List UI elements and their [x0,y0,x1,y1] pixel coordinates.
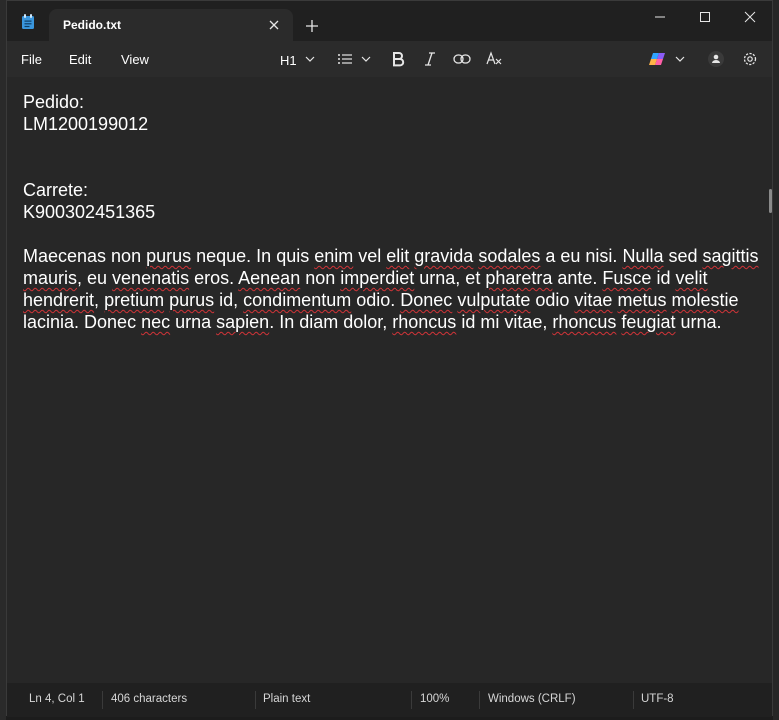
tab-title: Pedido.txt [63,18,122,32]
misspelled-word[interactable]: velit [675,268,707,288]
text-line: Carrete: [23,180,89,200]
line-ending[interactable]: Windows (CRLF) [488,693,576,705]
minimize-icon[interactable] [652,9,668,25]
menu-file[interactable]: File [21,52,42,67]
tab-pedido[interactable]: Pedido.txt [49,9,293,41]
text-run: , eu [77,268,113,288]
misspelled-word[interactable]: sapien [216,312,269,332]
misspelled-word[interactable]: condimentum [243,290,351,310]
text-paragraph: Maecenas non purus neque. In quis enim v… [23,245,761,333]
menu-bar: File Edit View H1 [7,41,772,77]
settings-icon[interactable] [741,50,759,68]
text-run: , [94,290,105,310]
misspelled-word[interactable]: molestie [672,290,739,310]
text-line: Pedido: [23,92,85,112]
close-window-icon[interactable] [742,9,758,25]
list-chevron-down-icon[interactable] [361,56,371,62]
text-run: vel [353,246,387,266]
misspelled-word[interactable]: rhoncus [552,312,616,332]
chevron-down-icon[interactable] [305,56,315,62]
misspelled-word[interactable]: rhoncus [392,312,456,332]
misspelled-word[interactable]: Aenean [238,268,300,288]
misspelled-word[interactable]: pretium [104,290,164,310]
bold-icon[interactable] [391,50,405,68]
text-run: ante. [552,268,603,288]
text-run: . In diam dolor, [269,312,393,332]
close-tab-icon[interactable] [267,18,281,32]
text-run: id, [214,290,244,310]
link-icon[interactable] [453,50,471,68]
clear-format-icon[interactable] [485,50,503,68]
misspelled-word[interactable]: purus [169,290,214,310]
scrollbar-thumb[interactable] [769,189,772,213]
misspelled-word[interactable]: venenatis [112,268,189,288]
cursor-position: Ln 4, Col 1 [29,693,85,705]
text-run: Maecenas non [23,246,147,266]
text-run: odio. [351,290,401,310]
heading-label: H1 [280,53,297,68]
zoom-level[interactable]: 100% [420,693,449,705]
misspelled-word[interactable]: sodales [478,246,540,266]
document-content[interactable]: Pedido: LM1200199012 Carrete: K900302451… [23,91,761,333]
text-run: id mi vitae, [456,312,553,332]
list-icon[interactable] [337,50,353,68]
title-bar: Pedido.txt [7,1,772,41]
misspelled-word[interactable]: hendrerit [23,290,94,310]
misspelled-word[interactable]: vitae [574,290,612,310]
misspelled-word[interactable]: enim [314,246,353,266]
misspelled-word[interactable]: mauris [23,268,77,288]
account-icon[interactable] [707,50,725,68]
misspelled-word[interactable]: imperdiet [340,268,414,288]
background-window-edge-right [773,0,779,720]
heading-dropdown[interactable]: H1 [280,52,297,70]
text-line: LM1200199012 [23,114,149,134]
text-run: odio [530,290,575,310]
new-tab-icon[interactable] [305,19,319,33]
italic-icon[interactable] [423,50,437,68]
misspelled-word[interactable]: Donec [400,290,452,310]
text-run: urna. [675,312,722,332]
status-bar: Ln 4, Col 1 406 characters Plain text 10… [7,683,772,717]
misspelled-word[interactable]: purus [146,246,191,266]
text-run: eros. [189,268,239,288]
text-run: lacinia. Donec [23,312,142,332]
text-editor[interactable]: Pedido: LM1200199012 Carrete: K900302451… [7,77,772,683]
misspelled-word[interactable]: metus [617,290,666,310]
misspelled-word[interactable]: vulputate [457,290,530,310]
text-run: sed [663,246,703,266]
menu-view[interactable]: View [121,52,149,67]
copilot-chevron-down-icon[interactable] [675,56,685,62]
copilot-icon[interactable] [649,50,667,68]
notepad-app-icon [22,14,34,29]
text-run: id [651,268,676,288]
misspelled-word[interactable]: Fusce [602,268,651,288]
menu-edit[interactable]: Edit [69,52,91,67]
encoding[interactable]: UTF-8 [641,693,674,705]
text-run: urna [170,312,217,332]
text-run: urna, et [414,268,486,288]
character-count: 406 characters [111,693,188,705]
misspelled-word[interactable]: Nulla [622,246,663,266]
text-run: neque. In quis [191,246,315,266]
file-format[interactable]: Plain text [263,693,310,705]
misspelled-word[interactable]: feugiat [621,312,675,332]
misspelled-word[interactable]: gravida [414,246,473,266]
text-line: K900302451365 [23,202,156,222]
text-run: a eu nisi. [540,246,623,266]
notepad-window: Pedido.txt File Edit View H1 Pedido: LM1… [6,0,773,717]
misspelled-word[interactable]: sagittis [703,246,759,266]
misspelled-word[interactable]: pharetra [485,268,552,288]
misspelled-word[interactable]: elit [386,246,409,266]
misspelled-word[interactable]: nec [141,312,170,332]
maximize-icon[interactable] [697,9,713,25]
text-run: non [300,268,341,288]
